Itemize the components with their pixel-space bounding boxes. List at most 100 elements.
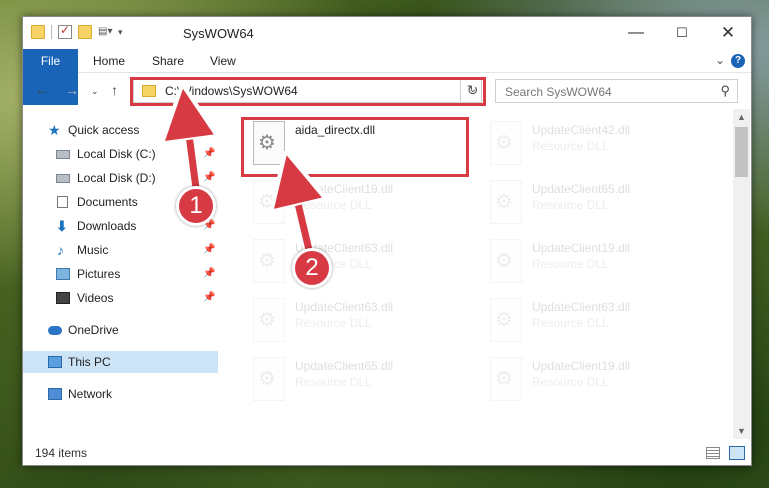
- sidebar-item-label: Local Disk (D:): [77, 171, 156, 185]
- sidebar-item-pictures[interactable]: Pictures 📌: [23, 263, 218, 285]
- search-placeholder: Search SysWOW64: [505, 85, 612, 99]
- sidebar-item-music[interactable]: ♪ Music 📌: [23, 239, 218, 261]
- file-explorer-window: ▤▾ ▾ SysWOW64 — ☐ ✕ File Home Share View…: [22, 16, 752, 466]
- search-input[interactable]: Search SysWOW64 ⚲: [495, 79, 738, 103]
- forward-button[interactable]: →: [65, 82, 79, 98]
- sidebar-item-onedrive[interactable]: OneDrive: [23, 319, 218, 341]
- file-name: UpdateClient42.dll: [532, 123, 631, 137]
- file-item[interactable]: ⚙ UpdateClient19.dll Resource DLL: [483, 235, 703, 291]
- sidebar-item-this-pc[interactable]: This PC: [23, 351, 218, 373]
- customize-toolbar-icon[interactable]: ▤▾: [98, 25, 112, 39]
- sidebar-item-label: Music: [77, 243, 109, 257]
- file-item[interactable]: ⚙ UpdateClient19.dll Resource DLL: [246, 176, 466, 232]
- sidebar-item-label: Videos: [77, 291, 114, 305]
- dll-file-icon: ⚙: [488, 298, 524, 344]
- documents-icon: [57, 196, 68, 208]
- file-type: Resource DLL: [532, 316, 609, 330]
- drive-icon: [56, 150, 70, 159]
- file-type: Resource DLL: [532, 198, 609, 212]
- help-icon[interactable]: ?: [731, 54, 745, 68]
- divider: [51, 25, 52, 39]
- sidebar-item-quick-access[interactable]: ★ Quick access: [23, 119, 218, 141]
- file-item[interactable]: ⚙ UpdateClient63.dll Resource DLL: [483, 294, 703, 350]
- pc-icon: [48, 356, 62, 368]
- sidebar-item-label: OneDrive: [68, 323, 119, 337]
- quick-access-toolbar: ▤▾ ▾: [31, 23, 132, 39]
- window-title: SysWOW64: [183, 26, 254, 41]
- properties-icon[interactable]: [58, 23, 72, 39]
- tab-share[interactable]: Share: [152, 49, 184, 73]
- pictures-icon: [56, 268, 70, 280]
- folder-icon[interactable]: [31, 25, 45, 39]
- up-button[interactable]: ↑: [111, 82, 118, 98]
- file-name: UpdateClient63.dll: [295, 300, 394, 314]
- minimize-button[interactable]: —: [613, 17, 659, 49]
- item-count: 194 items: [35, 446, 88, 460]
- step-1-badge: 1: [176, 186, 216, 226]
- file-type: Resource DLL: [532, 139, 609, 153]
- sidebar-item-label: Downloads: [77, 219, 137, 233]
- file-item[interactable]: ⚙ UpdateClient65.dll Resource DLL: [483, 176, 703, 232]
- recent-locations-button[interactable]: ⌄: [91, 86, 99, 97]
- dll-file-icon: ⚙: [251, 357, 287, 403]
- scroll-down-icon[interactable]: ▼: [737, 426, 746, 436]
- address-row: ← → ⌄ ↑ C:\Windows\SysWOW64 ⌄ ↻ Search S…: [23, 73, 751, 109]
- details-view-icon[interactable]: [706, 447, 720, 459]
- file-highlight-box: [241, 117, 469, 177]
- tab-view[interactable]: View: [210, 49, 236, 73]
- search-icon[interactable]: ⚲: [720, 83, 730, 99]
- navigation-pane: ★ Quick access Local Disk (C:) 📌 Local D…: [23, 109, 218, 434]
- drive-icon: [56, 174, 70, 183]
- step-2-badge: 2: [292, 248, 332, 288]
- file-name: UpdateClient19.dll: [295, 182, 394, 196]
- file-item[interactable]: ⚙ UpdateClient63.dll Resource DLL: [246, 294, 466, 350]
- file-item[interactable]: ⚙ UpdateClient19.dll Resource DLL: [483, 353, 703, 409]
- file-item[interactable]: ⚙ UpdateClient63.dll Resource DLL: [246, 235, 466, 291]
- dll-file-icon: ⚙: [488, 180, 524, 226]
- new-folder-icon[interactable]: [78, 25, 92, 39]
- title-bar: ▤▾ ▾ SysWOW64 — ☐ ✕: [23, 17, 751, 49]
- file-name: UpdateClient19.dll: [532, 241, 631, 255]
- dll-file-icon: ⚙: [488, 357, 524, 403]
- pin-icon[interactable]: 📌: [203, 167, 215, 189]
- network-icon: [48, 388, 62, 400]
- back-button[interactable]: ←: [35, 82, 49, 98]
- large-icons-view-icon[interactable]: [729, 446, 745, 460]
- sidebar-item-label: Documents: [77, 195, 138, 209]
- expand-ribbon-icon[interactable]: ⌄: [715, 53, 725, 67]
- file-type: Resource DLL: [295, 375, 372, 389]
- vertical-scrollbar[interactable]: ▲ ▼: [733, 109, 750, 439]
- pin-icon[interactable]: 📌: [203, 287, 215, 309]
- file-name: UpdateClient65.dll: [295, 359, 394, 373]
- file-type: Resource DLL: [295, 198, 372, 212]
- sidebar-item-label: Quick access: [68, 123, 140, 137]
- file-type: Resource DLL: [295, 316, 372, 330]
- pin-icon[interactable]: 📌: [203, 239, 215, 261]
- pin-icon[interactable]: 📌: [203, 263, 215, 285]
- sidebar-item-local-disk-c[interactable]: Local Disk (C:) 📌: [23, 143, 218, 165]
- file-name: UpdateClient63.dll: [532, 300, 631, 314]
- sidebar-item-label: This PC: [68, 355, 111, 369]
- scroll-up-icon[interactable]: ▲: [737, 112, 746, 122]
- dll-file-icon: ⚙: [488, 239, 524, 285]
- sidebar-item-local-disk-d[interactable]: Local Disk (D:) 📌: [23, 167, 218, 189]
- sidebar-item-videos[interactable]: Videos 📌: [23, 287, 218, 309]
- qat-dropdown-icon[interactable]: ▾: [118, 25, 132, 39]
- scroll-thumb[interactable]: [735, 127, 748, 177]
- dll-file-icon: ⚙: [488, 121, 524, 167]
- maximize-button[interactable]: ☐: [659, 17, 705, 49]
- dll-file-icon: ⚙: [251, 239, 287, 285]
- status-bar: 194 items: [23, 442, 751, 466]
- file-item[interactable]: ⚙ UpdateClient42.dll Resource DLL: [483, 117, 703, 173]
- sidebar-item-network[interactable]: Network: [23, 383, 218, 405]
- downloads-icon: ⬇: [56, 218, 68, 234]
- sidebar-item-label: Network: [68, 387, 113, 401]
- sidebar-item-label: Pictures: [77, 267, 121, 281]
- close-button[interactable]: ✕: [705, 17, 751, 49]
- music-icon: ♪: [57, 242, 64, 258]
- star-icon: ★: [48, 122, 61, 138]
- tab-home[interactable]: Home: [93, 49, 125, 73]
- pin-icon[interactable]: 📌: [203, 143, 215, 165]
- file-item[interactable]: ⚙ UpdateClient65.dll Resource DLL: [246, 353, 466, 409]
- file-type: Resource DLL: [532, 375, 609, 389]
